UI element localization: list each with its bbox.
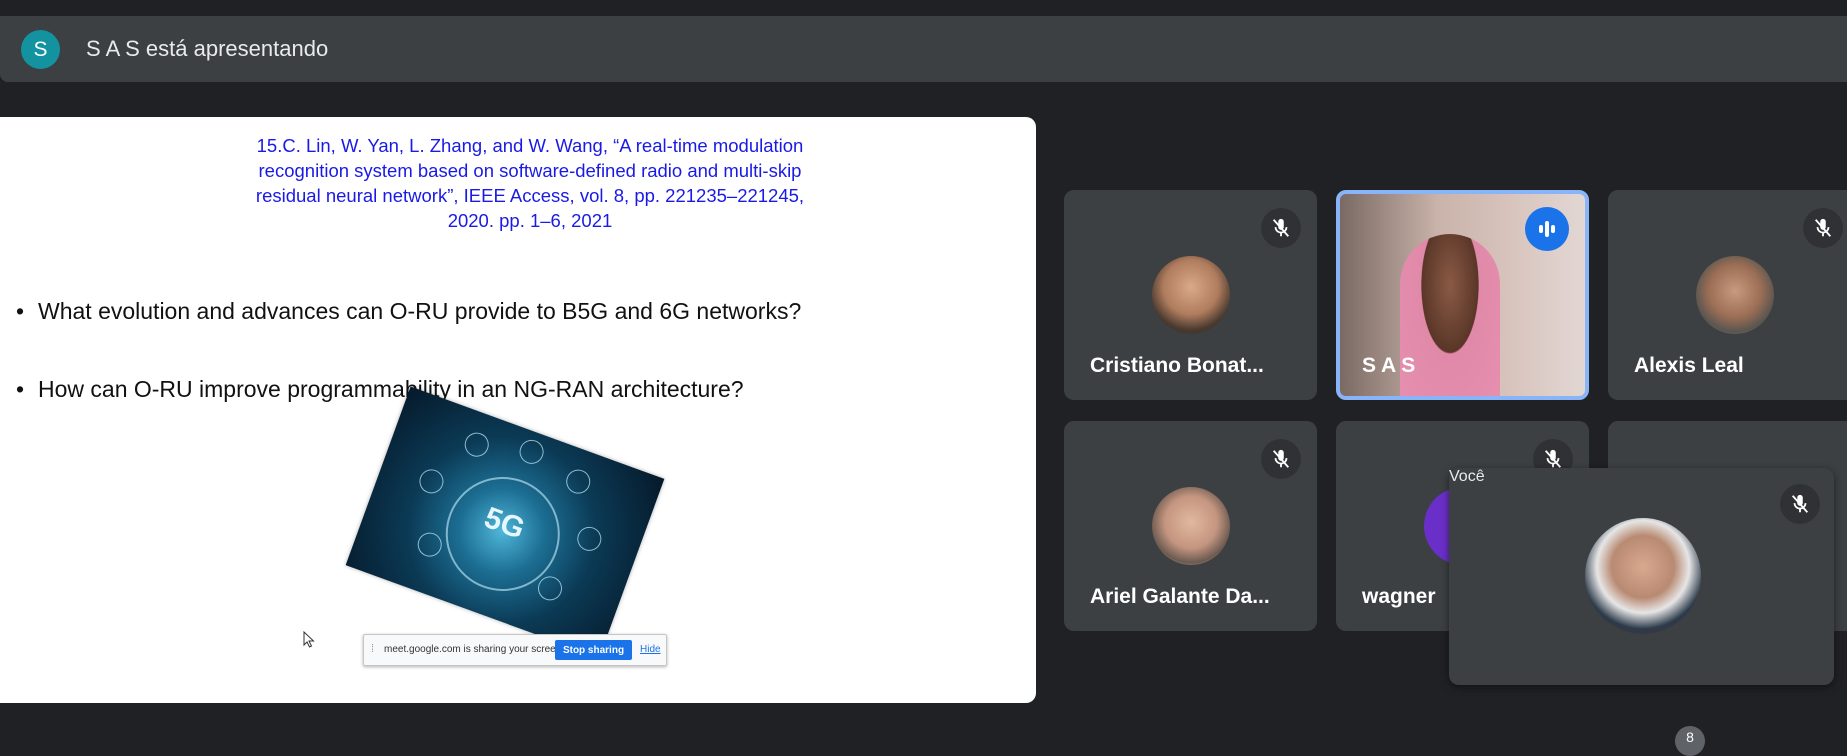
participant-name: Ariel Galante Da... (1090, 585, 1270, 608)
share-message: meet.google.com is sharing your screen. (384, 644, 565, 655)
shared-screen: 15.C. Lin, W. Yan, L. Zhang, and W. Wang… (0, 117, 1036, 703)
network-node-icon (516, 436, 547, 468)
5g-network-image: 5G (345, 386, 665, 658)
mic-off-icon (1261, 439, 1301, 479)
participant-name: wagner (1362, 585, 1436, 608)
stop-sharing-button[interactable]: Stop sharing (555, 640, 632, 660)
participant-name: S A S (1362, 354, 1416, 377)
mouse-cursor-icon (303, 631, 315, 648)
hide-link[interactable]: Hide (640, 644, 661, 655)
reference-line: 15.C. Lin, W. Yan, L. Zhang, and W. Wang… (256, 135, 804, 156)
participant-count-badge[interactable]: 8 (1675, 726, 1705, 756)
presenting-label: S A S está apresentando (86, 36, 329, 61)
drag-handle-icon[interactable]: ⁞ (371, 643, 374, 655)
avatar (1585, 518, 1701, 634)
presenter-avatar: S (21, 30, 60, 69)
avatar (1152, 256, 1230, 334)
self-view-tile[interactable]: Você (1449, 468, 1834, 685)
participant-tile[interactable]: Alexis Leal (1608, 190, 1847, 400)
slide-bullet: • How can O-RU improve programmability in… (16, 376, 744, 403)
slide-bullet: • What evolution and advances can O-RU pr… (16, 298, 801, 325)
bullet-text: What evolution and advances can O-RU pro… (38, 298, 802, 324)
participant-tile[interactable]: Cristiano Bonat... (1064, 190, 1317, 400)
network-node-icon (414, 529, 446, 560)
mic-off-icon (1261, 208, 1301, 248)
avatar (1152, 487, 1230, 565)
audio-level-icon (1525, 207, 1569, 251)
presenting-bar: S S A S está apresentando (0, 16, 1847, 82)
reference-line: 2020. pp. 1–6, 2021 (447, 210, 613, 231)
reference-line: recognition system based on software-def… (258, 160, 802, 181)
participant-name: Alexis Leal (1634, 354, 1744, 377)
reference-text: 15.C. Lin, W. Yan, L. Zhang, and W. Wang… (220, 133, 840, 233)
network-node-icon (562, 466, 594, 497)
bullet-dot: • (16, 298, 25, 324)
participant-name: Cristiano Bonat... (1090, 354, 1264, 377)
bullet-text: How can O-RU improve programmability in … (38, 376, 744, 402)
screen-share-bar: ⁞ meet.google.com is sharing your screen… (363, 634, 667, 666)
participant-tile[interactable]: Ariel Galante Da... (1064, 421, 1317, 631)
participant-tile-speaking[interactable]: S A S (1336, 190, 1589, 400)
network-node-icon (461, 429, 493, 461)
avatar (1696, 256, 1774, 334)
mic-off-icon (1803, 208, 1843, 248)
mic-off-icon (1780, 484, 1820, 524)
bullet-dot: • (16, 376, 25, 402)
reference-line: residual neural network”, IEEE Access, v… (255, 185, 805, 206)
self-name: Você (1449, 468, 1485, 485)
